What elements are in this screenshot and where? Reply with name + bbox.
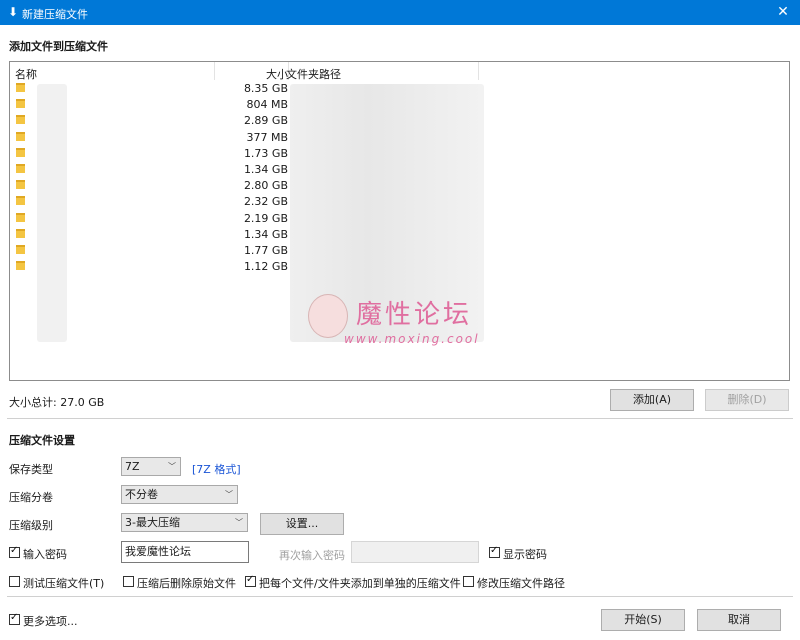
- table-row[interactable]: 1.34 GB: [10, 161, 789, 177]
- folder-icon: [16, 99, 25, 109]
- file-size: 1.12 GB: [243, 260, 288, 274]
- table-row[interactable]: 1.77 GB: [10, 242, 789, 258]
- save-type-label: 保存类型: [9, 463, 53, 476]
- chevron-down-icon: ﹀: [225, 490, 233, 499]
- checkbox-icon: [9, 576, 20, 587]
- file-size: 2.89 GB: [243, 114, 288, 128]
- folder-icon: [16, 83, 25, 92]
- mascot-icon: [308, 294, 348, 338]
- divider: [7, 596, 793, 597]
- divider: [7, 418, 793, 419]
- settings-button[interactable]: 设置...: [260, 513, 344, 535]
- table-row[interactable]: 8.35 GB: [10, 80, 789, 96]
- file-size: 377 MB: [246, 130, 288, 144]
- watermark-url: www.moxing.cool: [344, 332, 480, 346]
- folder-icon: [16, 212, 25, 222]
- settings-section-title: 压缩文件设置: [9, 434, 75, 447]
- folder-icon: [16, 228, 25, 238]
- table-row[interactable]: 1.12 GB: [10, 258, 789, 274]
- checkbox-icon: [9, 612, 20, 625]
- file-rows: 8.35 GB 804 MB 2.89 GB 377 MB 1.73 GB 1.…: [10, 80, 789, 274]
- folder-icon: [16, 147, 25, 157]
- show-password-label: 显示密码: [503, 548, 547, 561]
- delete-source-label: 压缩后删除原始文件: [137, 577, 236, 590]
- checkbox-icon: [245, 574, 256, 587]
- table-row[interactable]: 2.80 GB: [10, 177, 789, 193]
- folder-icon: [16, 244, 25, 254]
- file-list-header: 名称 大小 文件夹路径: [10, 62, 789, 81]
- more-options-label: 更多选项...: [23, 615, 78, 628]
- confirm-password-input[interactable]: [351, 541, 479, 563]
- files-section-title: 添加文件到压缩文件: [9, 40, 108, 53]
- confirm-password-label: 再次输入密码: [279, 549, 345, 562]
- file-size: 1.77 GB: [243, 243, 288, 257]
- file-size: 1.34 GB: [243, 227, 288, 241]
- delete-button[interactable]: 删除(D): [705, 389, 789, 411]
- file-size: 1.34 GB: [243, 162, 288, 176]
- table-row[interactable]: 1.34 GB: [10, 226, 789, 242]
- title-bar: ⬇ 新建压缩文件 ✕: [0, 0, 800, 25]
- close-icon[interactable]: ✕: [766, 0, 800, 25]
- window-title: 新建压缩文件: [22, 8, 88, 21]
- add-button[interactable]: 添加(A): [610, 389, 694, 411]
- total-size: 大小总计: 27.0 GB: [9, 396, 105, 409]
- split-value: 不分卷: [125, 488, 158, 501]
- modify-path-label: 修改压缩文件路径: [477, 577, 565, 590]
- file-size: 2.32 GB: [243, 195, 288, 209]
- split-label: 压缩分卷: [9, 491, 53, 504]
- watermark: 魔性论坛 www.moxing.cool: [300, 290, 500, 360]
- save-type-value: 7Z: [125, 460, 140, 473]
- folder-icon: [16, 261, 25, 271]
- save-type-select[interactable]: 7Z ﹀: [121, 457, 181, 476]
- table-row[interactable]: 2.19 GB: [10, 210, 789, 226]
- table-row[interactable]: 377 MB: [10, 129, 789, 145]
- format-link[interactable]: [7Z 格式]: [192, 461, 241, 477]
- app-icon: ⬇: [8, 5, 19, 19]
- file-size: 8.35 GB: [243, 82, 288, 95]
- start-button[interactable]: 开始(S): [601, 609, 685, 631]
- table-row[interactable]: 2.89 GB: [10, 112, 789, 128]
- checkbox-icon: [9, 545, 20, 558]
- level-value: 3-最大压缩: [125, 516, 180, 529]
- cancel-button[interactable]: 取消: [697, 609, 781, 631]
- file-size: 804 MB: [246, 98, 288, 112]
- column-separator[interactable]: [214, 62, 215, 80]
- enter-password-label: 输入密码: [23, 548, 67, 561]
- split-select[interactable]: 不分卷 ﹀: [121, 485, 238, 504]
- table-row[interactable]: 2.32 GB: [10, 193, 789, 209]
- folder-icon: [16, 131, 25, 141]
- table-row[interactable]: 1.73 GB: [10, 145, 789, 161]
- checkbox-icon: [463, 576, 474, 587]
- file-size: 2.80 GB: [243, 179, 288, 193]
- level-select[interactable]: 3-最大压缩 ﹀: [121, 513, 248, 532]
- watermark-title: 魔性论坛: [356, 300, 473, 330]
- level-label: 压缩级别: [9, 519, 53, 532]
- checkbox-icon: [489, 545, 500, 558]
- folder-icon: [16, 180, 25, 190]
- column-separator[interactable]: [478, 62, 479, 80]
- table-row[interactable]: 804 MB: [10, 96, 789, 112]
- password-input[interactable]: 我爱魔性论坛: [121, 541, 249, 563]
- separate-archives-label: 把每个文件/文件夹添加到单独的压缩文件: [259, 577, 461, 590]
- folder-icon: [16, 196, 25, 206]
- test-archive-label: 测试压缩文件(T): [23, 577, 105, 590]
- folder-icon: [16, 163, 25, 173]
- file-size: 1.73 GB: [243, 146, 288, 160]
- chevron-down-icon: ﹀: [235, 518, 243, 527]
- file-size: 2.19 GB: [243, 211, 288, 225]
- chevron-down-icon: ﹀: [168, 462, 176, 471]
- folder-icon: [16, 115, 25, 125]
- checkbox-icon: [123, 576, 134, 587]
